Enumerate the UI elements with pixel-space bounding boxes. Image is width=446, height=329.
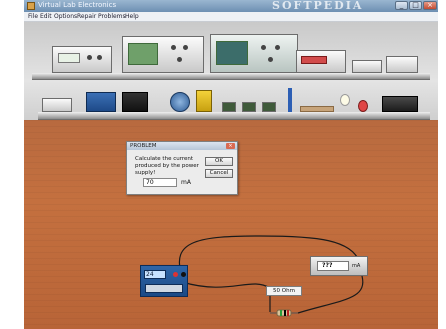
power-supply-display: 24 — [144, 270, 166, 279]
power-supply-panel — [145, 284, 183, 293]
wire[interactable] — [181, 281, 271, 289]
meter-display: ??? — [317, 261, 349, 271]
wire[interactable] — [297, 275, 364, 314]
dialog-close-button[interactable]: × — [226, 143, 235, 149]
problem-dialog: PROBLEM × Calculate the current produced… — [126, 141, 238, 195]
negative-jack-icon[interactable] — [181, 272, 186, 277]
answer-input[interactable]: 70 — [143, 178, 177, 187]
problem-prompt: Calculate the current produced by the po… — [135, 156, 199, 176]
meter-unit: mA — [352, 263, 361, 269]
dialog-title[interactable]: PROBLEM — [127, 142, 237, 150]
ok-button[interactable]: OK — [205, 157, 233, 166]
answer-unit: mA — [181, 179, 191, 186]
power-supply[interactable]: 24 — [140, 265, 188, 297]
resistor-icon[interactable] — [270, 309, 298, 317]
application-window: Virtual Lab Electronics SOFTPEDIA _ □ × … — [0, 0, 446, 329]
cancel-button[interactable]: Cancel — [205, 169, 233, 178]
resistor-label: 50 Ohm — [266, 286, 302, 296]
multimeter[interactable]: ??? mA — [310, 256, 368, 276]
positive-jack-icon[interactable] — [173, 272, 178, 277]
